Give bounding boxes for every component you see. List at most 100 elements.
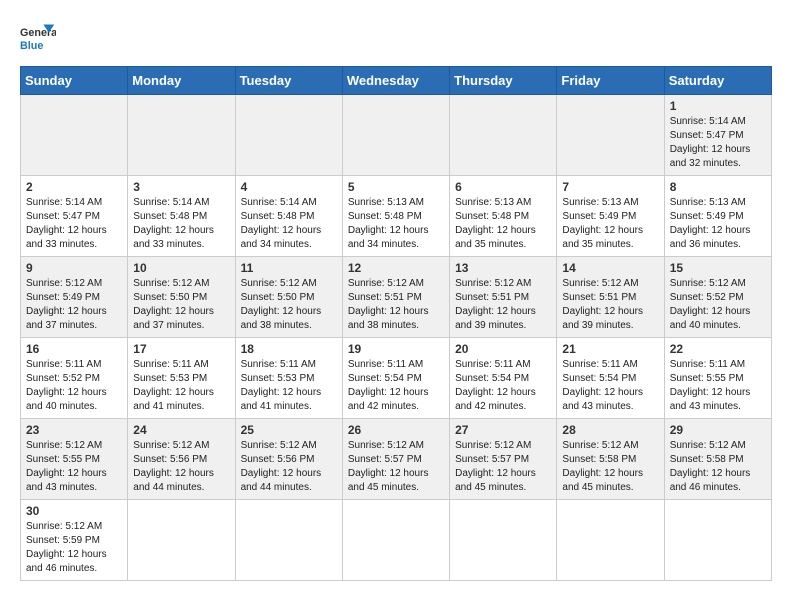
day-info: Sunrise: 5:12 AM Sunset: 5:57 PM Dayligh… [455, 439, 551, 495]
day-number: 9 [26, 261, 122, 275]
weekday-header-saturday: Saturday [664, 67, 771, 95]
calendar-body: 1 Sunrise: 5:14 AM Sunset: 5:47 PM Daylig… [21, 95, 772, 581]
calendar-cell [128, 500, 235, 581]
day-info: Sunrise: 5:11 AM Sunset: 5:52 PM Dayligh… [26, 358, 122, 414]
day-info: Sunrise: 5:11 AM Sunset: 5:53 PM Dayligh… [133, 358, 229, 414]
day-number: 7 [562, 180, 658, 194]
day-info: Sunrise: 5:12 AM Sunset: 5:59 PM Dayligh… [26, 520, 122, 576]
weekday-header-friday: Friday [557, 67, 664, 95]
weekday-header-thursday: Thursday [450, 67, 557, 95]
day-info: Sunrise: 5:11 AM Sunset: 5:55 PM Dayligh… [670, 358, 766, 414]
day-number: 13 [455, 261, 551, 275]
calendar-cell: 20 Sunrise: 5:11 AM Sunset: 5:54 PM Dayli… [450, 338, 557, 419]
day-number: 21 [562, 342, 658, 356]
day-number: 16 [26, 342, 122, 356]
calendar-cell: 30 Sunrise: 5:12 AM Sunset: 5:59 PM Dayli… [21, 500, 128, 581]
day-info: Sunrise: 5:12 AM Sunset: 5:55 PM Dayligh… [26, 439, 122, 495]
logo: General Blue [20, 20, 56, 56]
calendar-cell [557, 500, 664, 581]
calendar-cell: 28 Sunrise: 5:12 AM Sunset: 5:58 PM Dayli… [557, 419, 664, 500]
day-number: 30 [26, 504, 122, 518]
day-number: 27 [455, 423, 551, 437]
calendar-cell: 29Sunrise: 5:12 AM Sunset: 5:58 PM Dayli… [664, 419, 771, 500]
calendar-cell [664, 500, 771, 581]
day-number: 26 [348, 423, 444, 437]
day-number: 11 [241, 261, 337, 275]
day-info: Sunrise: 5:12 AM Sunset: 5:58 PM Dayligh… [562, 439, 658, 495]
day-info: Sunrise: 5:13 AM Sunset: 5:48 PM Dayligh… [455, 196, 551, 252]
calendar-cell: 4 Sunrise: 5:14 AM Sunset: 5:48 PM Daylig… [235, 176, 342, 257]
day-number: 25 [241, 423, 337, 437]
day-info: Sunrise: 5:12 AM Sunset: 5:56 PM Dayligh… [133, 439, 229, 495]
day-number: 22 [670, 342, 766, 356]
calendar-cell [235, 95, 342, 176]
calendar-cell: 6 Sunrise: 5:13 AM Sunset: 5:48 PM Daylig… [450, 176, 557, 257]
weekday-header-sunday: Sunday [21, 67, 128, 95]
day-info: Sunrise: 5:12 AM Sunset: 5:51 PM Dayligh… [348, 277, 444, 333]
day-info: Sunrise: 5:14 AM Sunset: 5:47 PM Dayligh… [26, 196, 122, 252]
calendar-cell: 10Sunrise: 5:12 AM Sunset: 5:50 PM Dayli… [128, 257, 235, 338]
calendar-cell [128, 95, 235, 176]
page-header: General Blue [20, 20, 772, 56]
day-number: 5 [348, 180, 444, 194]
day-number: 12 [348, 261, 444, 275]
calendar-cell: 9Sunrise: 5:12 AM Sunset: 5:49 PM Daylig… [21, 257, 128, 338]
calendar-cell: 23Sunrise: 5:12 AM Sunset: 5:55 PM Dayli… [21, 419, 128, 500]
calendar-week-row: 16 Sunrise: 5:11 AM Sunset: 5:52 PM Dayli… [21, 338, 772, 419]
day-info: Sunrise: 5:12 AM Sunset: 5:56 PM Dayligh… [241, 439, 337, 495]
calendar-cell: 21 Sunrise: 5:11 AM Sunset: 5:54 PM Dayli… [557, 338, 664, 419]
generalblue-logo-icon: General Blue [20, 20, 56, 56]
calendar-cell: 5Sunrise: 5:13 AM Sunset: 5:48 PM Daylig… [342, 176, 449, 257]
calendar-cell: 11Sunrise: 5:12 AM Sunset: 5:50 PM Dayli… [235, 257, 342, 338]
calendar-cell: 19Sunrise: 5:11 AM Sunset: 5:54 PM Dayli… [342, 338, 449, 419]
calendar-cell: 7 Sunrise: 5:13 AM Sunset: 5:49 PM Daylig… [557, 176, 664, 257]
day-number: 4 [241, 180, 337, 194]
calendar-cell: 18 Sunrise: 5:11 AM Sunset: 5:53 PM Dayli… [235, 338, 342, 419]
day-number: 15 [670, 261, 766, 275]
calendar-week-row: 23Sunrise: 5:12 AM Sunset: 5:55 PM Dayli… [21, 419, 772, 500]
weekday-header-monday: Monday [128, 67, 235, 95]
day-number: 10 [133, 261, 229, 275]
calendar-week-row: 2 Sunrise: 5:14 AM Sunset: 5:47 PM Daylig… [21, 176, 772, 257]
day-info: Sunrise: 5:14 AM Sunset: 5:48 PM Dayligh… [241, 196, 337, 252]
calendar-cell: 25 Sunrise: 5:12 AM Sunset: 5:56 PM Dayli… [235, 419, 342, 500]
weekday-header-wednesday: Wednesday [342, 67, 449, 95]
day-info: Sunrise: 5:11 AM Sunset: 5:54 PM Dayligh… [562, 358, 658, 414]
day-info: Sunrise: 5:13 AM Sunset: 5:49 PM Dayligh… [670, 196, 766, 252]
day-number: 8 [670, 180, 766, 194]
day-info: Sunrise: 5:13 AM Sunset: 5:49 PM Dayligh… [562, 196, 658, 252]
calendar-cell: 15Sunrise: 5:12 AM Sunset: 5:52 PM Dayli… [664, 257, 771, 338]
calendar-cell: 14Sunrise: 5:12 AM Sunset: 5:51 PM Dayli… [557, 257, 664, 338]
calendar-cell: 13 Sunrise: 5:12 AM Sunset: 5:51 PM Dayli… [450, 257, 557, 338]
weekday-header-tuesday: Tuesday [235, 67, 342, 95]
day-number: 18 [241, 342, 337, 356]
day-info: Sunrise: 5:12 AM Sunset: 5:51 PM Dayligh… [455, 277, 551, 333]
calendar-cell: 8 Sunrise: 5:13 AM Sunset: 5:49 PM Daylig… [664, 176, 771, 257]
day-number: 2 [26, 180, 122, 194]
day-number: 28 [562, 423, 658, 437]
day-number: 6 [455, 180, 551, 194]
svg-text:Blue: Blue [20, 40, 43, 52]
day-info: Sunrise: 5:11 AM Sunset: 5:54 PM Dayligh… [455, 358, 551, 414]
day-number: 17 [133, 342, 229, 356]
day-number: 19 [348, 342, 444, 356]
calendar-week-row: 1Sunrise: 5:14 AM Sunset: 5:47 PM Daylig… [21, 95, 772, 176]
calendar-cell: 24Sunrise: 5:12 AM Sunset: 5:56 PM Dayli… [128, 419, 235, 500]
calendar-cell: 16 Sunrise: 5:11 AM Sunset: 5:52 PM Dayli… [21, 338, 128, 419]
calendar-cell: 27 Sunrise: 5:12 AM Sunset: 5:57 PM Dayli… [450, 419, 557, 500]
day-number: 20 [455, 342, 551, 356]
day-info: Sunrise: 5:14 AM Sunset: 5:48 PM Dayligh… [133, 196, 229, 252]
calendar-table: SundayMondayTuesdayWednesdayThursdayFrid… [20, 66, 772, 581]
day-number: 29 [670, 423, 766, 437]
day-info: Sunrise: 5:11 AM Sunset: 5:53 PM Dayligh… [241, 358, 337, 414]
calendar-cell [450, 500, 557, 581]
calendar-week-row: 30 Sunrise: 5:12 AM Sunset: 5:59 PM Dayli… [21, 500, 772, 581]
day-info: Sunrise: 5:12 AM Sunset: 5:57 PM Dayligh… [348, 439, 444, 495]
calendar-cell [342, 95, 449, 176]
calendar-week-row: 9Sunrise: 5:12 AM Sunset: 5:49 PM Daylig… [21, 257, 772, 338]
calendar-cell [557, 95, 664, 176]
calendar-cell: 2 Sunrise: 5:14 AM Sunset: 5:47 PM Daylig… [21, 176, 128, 257]
calendar-header: SundayMondayTuesdayWednesdayThursdayFrid… [21, 67, 772, 95]
day-number: 1 [670, 99, 766, 113]
calendar-cell: 17 Sunrise: 5:11 AM Sunset: 5:53 PM Dayli… [128, 338, 235, 419]
